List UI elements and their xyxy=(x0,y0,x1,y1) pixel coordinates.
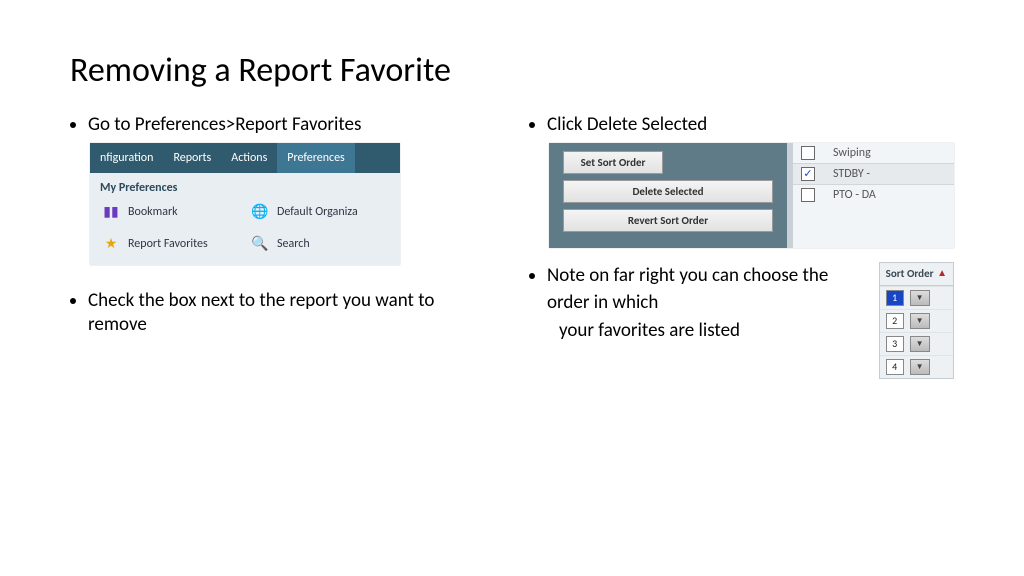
dropdown-icon[interactable]: ▼ xyxy=(910,290,930,306)
magnifier-icon: 🔍 xyxy=(249,233,271,255)
bullet-sort-order-note: Note on far right you can choose the ord… xyxy=(547,262,954,379)
app-navbar: nfiguration Reports Actions Preferences xyxy=(90,143,400,173)
nav-preferences[interactable]: Preferences xyxy=(277,143,354,173)
row-checkbox[interactable]: ✓ xyxy=(801,167,815,181)
sort-index-input[interactable]: 4 xyxy=(886,359,904,375)
pref-search[interactable]: 🔍 Search xyxy=(249,233,390,255)
sort-index-input[interactable]: 2 xyxy=(886,313,904,329)
sort-arrow-icon[interactable]: ▲ xyxy=(937,267,947,280)
nav-reports[interactable]: Reports xyxy=(163,143,221,173)
sort-index-input[interactable]: 1 xyxy=(886,290,904,306)
preferences-heading: My Preferences xyxy=(100,181,390,195)
sort-row: 2 ▼ xyxy=(880,309,953,332)
row-checkbox[interactable] xyxy=(801,146,815,160)
table-row: ✓ STDBY - xyxy=(793,163,954,184)
nav-actions[interactable]: Actions xyxy=(221,143,277,173)
bullet-click-delete: Click Delete Selected xyxy=(547,113,954,137)
screenshot-sort-order: Sort Order ▲ 1 ▼ 2 ▼ xyxy=(879,262,954,379)
sort-index-input[interactable]: 3 xyxy=(886,336,904,352)
dropdown-icon[interactable]: ▼ xyxy=(910,313,930,329)
bullet-goto-prefs: Go to Preferences>Report Favorites xyxy=(88,113,469,137)
nav-configuration[interactable]: nfiguration xyxy=(90,143,163,173)
sort-row: 3 ▼ xyxy=(880,332,953,355)
screenshot-delete-panel: Set Sort Order Delete Selected Revert So… xyxy=(549,143,954,248)
revert-sort-order-button[interactable]: Revert Sort Order xyxy=(563,209,773,232)
pref-default-org[interactable]: 🌐 Default Organiza xyxy=(249,201,390,223)
set-sort-order-button[interactable]: Set Sort Order xyxy=(563,151,663,174)
star-icon: ★ xyxy=(100,233,122,255)
table-row: PTO - DA xyxy=(793,184,954,205)
sort-row: 1 ▼ xyxy=(880,286,953,309)
sort-row: 4 ▼ xyxy=(880,355,953,378)
pref-report-favorites[interactable]: ★ Report Favorites xyxy=(100,233,241,255)
screenshot-preferences: nfiguration Reports Actions Preferences … xyxy=(90,143,400,265)
bookmark-icon: ▮▮ xyxy=(100,201,122,223)
page-title: Removing a Report Favorite xyxy=(70,50,954,91)
delete-selected-button[interactable]: Delete Selected xyxy=(563,180,773,203)
dropdown-icon[interactable]: ▼ xyxy=(910,359,930,375)
globe-icon: 🌐 xyxy=(249,201,271,223)
pref-bookmark[interactable]: ▮▮ Bookmark xyxy=(100,201,241,223)
table-row: Swiping xyxy=(793,143,954,163)
bullet-check-box: Check the box next to the report you wan… xyxy=(88,289,469,337)
row-checkbox[interactable] xyxy=(801,188,815,202)
sort-order-heading: Sort Order xyxy=(886,267,934,281)
dropdown-icon[interactable]: ▼ xyxy=(910,336,930,352)
